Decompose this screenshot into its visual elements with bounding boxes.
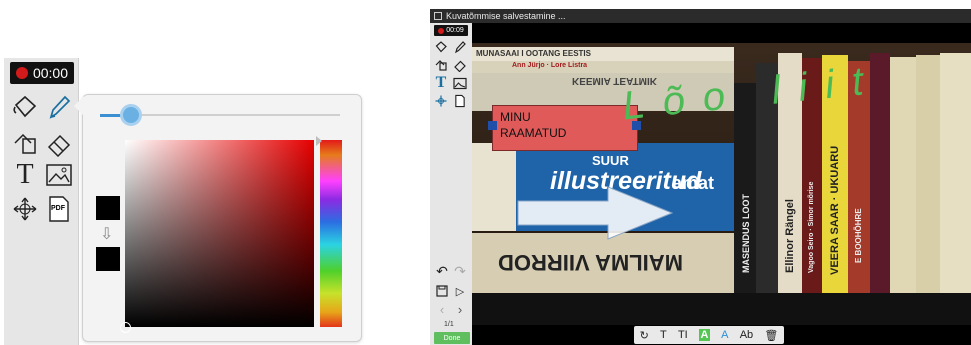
pdf-icon[interactable]: PDF <box>44 194 74 224</box>
timer-label: 00:09 <box>446 27 464 34</box>
redo-icon[interactable]: ↷ <box>452 263 468 279</box>
photo-canvas[interactable]: MUNASAAI I OOTANG EESTIS Ann Jürjo · Lor… <box>472 43 971 325</box>
text-italic-button[interactable]: TI <box>678 329 688 341</box>
rotate-icon[interactable]: ↻ <box>640 329 649 342</box>
book-title-5: MAILMA VIIRROD <box>498 250 683 275</box>
spine-text-2: Ellinor Rängel <box>784 199 796 273</box>
spine-8 <box>916 55 940 293</box>
spine-text-4: VEERA SAAR · UKUARU <box>829 145 841 275</box>
book-title-4c: amat <box>672 173 715 193</box>
pdf-icon[interactable] <box>452 93 468 109</box>
spine-7 <box>890 57 916 293</box>
record-timer[interactable]: 00:09 <box>434 25 468 36</box>
title-bar: Kuvatõmmise salvestamine ... <box>430 9 971 23</box>
saturation-value-area[interactable] <box>125 140 314 327</box>
undo-icon[interactable]: ↶ <box>434 263 450 279</box>
current-color-swatch[interactable] <box>96 247 120 271</box>
next-page-icon[interactable]: › <box>452 301 468 317</box>
move-icon[interactable] <box>433 93 449 109</box>
move-icon[interactable] <box>10 194 40 224</box>
hue-marker[interactable] <box>316 136 322 146</box>
text-style-button[interactable]: T <box>660 329 667 341</box>
window-title: Kuvatõmmise salvestamine ... <box>446 11 566 21</box>
book-title-2: Ann Jürjo · Lore Listra <box>512 62 588 69</box>
arrow-annotation[interactable] <box>516 183 676 243</box>
eraser-icon[interactable] <box>44 128 74 158</box>
text-icon[interactable]: T <box>10 159 40 190</box>
text-tool-label: T <box>16 159 34 190</box>
page-indicator: 1/1 <box>444 321 454 328</box>
text-color-button[interactable]: A <box>721 329 728 341</box>
shelf-base <box>472 293 971 325</box>
eraser-icon[interactable] <box>452 57 468 73</box>
arrow-down-icon: ⇩ <box>100 226 114 243</box>
fill-bucket-icon[interactable] <box>433 39 449 55</box>
prev-page-icon[interactable]: ‹ <box>434 301 450 317</box>
spine-9 <box>940 53 971 293</box>
trash-icon[interactable]: 🗑 <box>764 329 778 342</box>
book-4-cover-art <box>472 143 516 231</box>
fill-bucket-icon[interactable] <box>10 92 40 122</box>
image-icon[interactable] <box>44 160 74 190</box>
text-format-toolbar: ↻ T TI A A Ab 🗑 <box>634 326 784 344</box>
popover-pointer <box>74 96 84 116</box>
record-icon <box>438 27 445 34</box>
spine-text-1: MASENDUS LOOT <box>741 193 751 273</box>
record-timer[interactable]: 00:00 <box>10 62 74 84</box>
image-icon[interactable] <box>452 75 468 91</box>
resize-handle-left[interactable] <box>488 121 497 130</box>
record-icon <box>15 67 28 79</box>
app-icon <box>434 12 442 20</box>
done-button[interactable]: Done <box>434 332 470 344</box>
text-icon[interactable]: T <box>433 74 449 91</box>
hue-slider[interactable] <box>320 140 342 327</box>
spine-text-3: Vagoo Seiro · Simor mõrise <box>808 181 815 273</box>
previous-color-swatch[interactable] <box>96 196 120 220</box>
font-button[interactable]: Ab <box>740 329 753 341</box>
pen-icon[interactable] <box>452 39 468 55</box>
app-window: Kuvatõmmise salvestamine ... 00:09 T ↶ ↷… <box>430 9 971 345</box>
timer-label: 00:00 <box>32 65 69 81</box>
text-highlight-button[interactable]: A <box>698 329 710 341</box>
pdf-label: PDF <box>51 205 65 212</box>
book-title-4a: SUUR <box>592 153 629 168</box>
saturation-value-cursor[interactable] <box>120 322 131 333</box>
spine-text-5: E BOOHÕHRE <box>854 208 863 263</box>
save-icon[interactable] <box>434 283 450 299</box>
shape-icon[interactable] <box>10 128 40 158</box>
book-title-1: MUNASAAI I OOTANG EESTIS <box>476 49 591 58</box>
pen-icon[interactable] <box>44 92 74 122</box>
shape-icon[interactable] <box>433 57 449 73</box>
play-icon[interactable]: ▷ <box>452 283 468 299</box>
annotation-text[interactable]: MINU RAAMATUD <box>500 109 566 141</box>
stroke-width-slider-thumb[interactable] <box>120 104 142 126</box>
